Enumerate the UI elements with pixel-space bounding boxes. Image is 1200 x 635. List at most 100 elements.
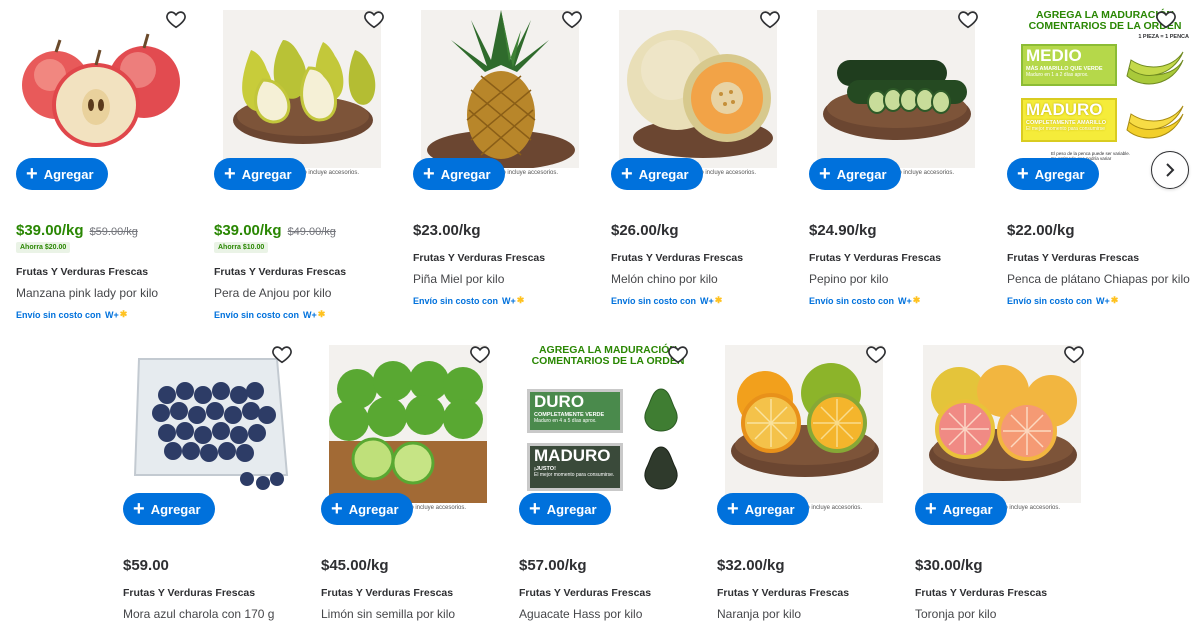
chevron-right-icon [1166, 163, 1175, 177]
product-name[interactable]: Naranja por kilo [717, 607, 801, 621]
add-to-cart-button[interactable]: + Agregar [1007, 158, 1099, 190]
product-name[interactable]: Toronja por kilo [915, 607, 996, 621]
price-row: $32.00/kg [717, 557, 785, 574]
product-name[interactable]: Piña Miel por kilo [413, 272, 504, 286]
product-price: $26.00/kg [611, 222, 679, 239]
banana-green-illustration [1126, 51, 1184, 85]
product-price: $22.00/kg [1007, 222, 1075, 239]
plus-icon: + [727, 498, 739, 520]
product-name[interactable]: Mora azul charola con 170 g [123, 607, 274, 621]
price-row: $57.00/kg [519, 557, 587, 574]
favorite-heart-icon[interactable] [271, 343, 293, 365]
favorite-heart-icon[interactable] [363, 8, 385, 30]
product-name[interactable]: Aguacate Hass por kilo [519, 607, 642, 621]
favorite-heart-icon[interactable] [957, 8, 979, 30]
favorite-heart-icon[interactable] [469, 343, 491, 365]
add-to-cart-button[interactable]: + Agregar [413, 158, 505, 190]
image-caption: no incluye accesorios. [697, 170, 757, 176]
product-category: Frutas Y Verduras Frescas [321, 587, 454, 599]
add-to-cart-button[interactable]: + Agregar [321, 493, 413, 525]
favorite-heart-icon[interactable] [865, 343, 887, 365]
product-category: Frutas Y Verduras Frescas [611, 252, 744, 264]
product-price: $39.00/kg [214, 222, 282, 239]
savings-badge: Ahorra $20.00 [16, 242, 71, 253]
price-row: $39.00/kg $59.00/kg [16, 222, 138, 239]
product-price: $30.00/kg [915, 557, 983, 574]
product-name[interactable]: Pera de Anjou por kilo [214, 286, 331, 300]
add-to-cart-button[interactable]: + Agregar [16, 158, 108, 190]
add-to-cart-button[interactable]: + Agregar [915, 493, 1007, 525]
shipping-info: Envío sin costo con W+ ✱ [413, 295, 525, 306]
plus-icon: + [819, 163, 831, 185]
image-caption: no incluye accesorios. [499, 170, 559, 176]
product-name[interactable]: Penca de plátano Chiapas por kilo [1007, 272, 1190, 286]
plus-icon: + [1017, 163, 1029, 185]
ripeness-maduro: MADURO COMPLETAMENTE AMARILLO El mejor m… [1021, 98, 1117, 142]
product-price: $39.00/kg [16, 222, 84, 239]
savings-badge: Ahorra $10.00 [214, 242, 269, 253]
add-to-cart-button[interactable]: + Agregar [123, 493, 215, 525]
favorite-heart-icon[interactable] [1155, 8, 1177, 30]
product-image[interactable] [16, 10, 186, 150]
walmart-plus-icon: W+ ✱ [105, 309, 128, 320]
product-name[interactable]: Melón chino por kilo [611, 272, 718, 286]
price-row: $30.00/kg [915, 557, 983, 574]
shipping-info: Envío sin costo con W+ ✱ [16, 309, 128, 320]
favorite-heart-icon[interactable] [667, 343, 689, 365]
product-name[interactable]: Manzana pink lady por kilo [16, 286, 158, 300]
product-name[interactable]: Limón sin semilla por kilo [321, 607, 455, 621]
ripeness-medio: MEDIO MÁS AMARILLO QUE VERDE Maduro en 1… [1021, 44, 1117, 86]
plus-icon: + [133, 498, 145, 520]
image-caption: no incluye accesorios. [1001, 505, 1061, 511]
favorite-heart-icon[interactable] [165, 8, 187, 30]
avocado-green-illustration [644, 388, 678, 432]
ripeness-duro: DURO COMPLETAMENTE VERDE Maduro en 4 a 5… [527, 389, 623, 433]
shipping-info: Envío sin costo con W+ ✱ [1007, 295, 1119, 306]
add-to-cart-button[interactable]: + Agregar [611, 158, 703, 190]
original-price: $49.00/kg [287, 226, 336, 238]
price-row: $59.00 [123, 557, 169, 574]
image-caption: no incluye accesorios. [407, 505, 467, 511]
price-row: $45.00/kg [321, 557, 389, 574]
product-image[interactable] [421, 10, 579, 168]
product-price: $45.00/kg [321, 557, 389, 574]
add-to-cart-button[interactable]: + Agregar [214, 158, 306, 190]
price-row: $39.00/kg $49.00/kg [214, 222, 336, 239]
product-category: Frutas Y Verduras Frescas [214, 266, 347, 278]
image-caption: no incluye accesorios. [300, 170, 360, 176]
add-to-cart-button[interactable]: + Agregar [717, 493, 809, 525]
product-image[interactable] [329, 345, 487, 503]
product-image[interactable] [127, 345, 295, 495]
product-image[interactable] [923, 345, 1081, 503]
product-category: Frutas Y Verduras Frescas [519, 587, 652, 599]
walmart-plus-icon: W+ ✱ [502, 295, 525, 306]
product-image[interactable] [725, 345, 883, 503]
walmart-plus-icon: W+ ✱ [700, 295, 723, 306]
shipping-info: Envío sin costo con W+ ✱ [809, 295, 921, 306]
plus-icon: + [26, 163, 38, 185]
product-category: Frutas Y Verduras Frescas [915, 587, 1048, 599]
product-name[interactable]: Pepino por kilo [809, 272, 888, 286]
product-image[interactable]: AGREGA LA MADURACIÓN COMENTARIOS DE LA O… [1015, 8, 1195, 170]
banana-yellow-illustration [1126, 105, 1184, 139]
product-price: $23.00/kg [413, 222, 481, 239]
favorite-heart-icon[interactable] [561, 8, 583, 30]
product-image[interactable] [619, 10, 777, 168]
avocado-ripe-illustration [644, 446, 678, 490]
product-category: Frutas Y Verduras Frescas [16, 266, 149, 278]
product-category: Frutas Y Verduras Frescas [717, 587, 850, 599]
carousel-next-button[interactable] [1151, 151, 1189, 189]
favorite-heart-icon[interactable] [1063, 343, 1085, 365]
product-image[interactable]: AGREGA LA MADURACIÓN COMENTARIOS DE LA O… [523, 343, 693, 505]
image-caption: no incluye accesorios. [803, 505, 863, 511]
ripeness-maduro: MADURO ¡JUSTO! El mejor momento para con… [527, 443, 623, 491]
favorite-heart-icon[interactable] [759, 8, 781, 30]
add-to-cart-button[interactable]: + Agregar [809, 158, 901, 190]
plus-icon: + [621, 163, 633, 185]
plus-icon: + [224, 163, 236, 185]
product-image[interactable] [817, 10, 975, 168]
shipping-info: Envío sin costo con W+ ✱ [611, 295, 723, 306]
product-image[interactable] [223, 10, 381, 168]
original-price: $59.00/kg [89, 226, 138, 238]
add-to-cart-button[interactable]: + Agregar [519, 493, 611, 525]
